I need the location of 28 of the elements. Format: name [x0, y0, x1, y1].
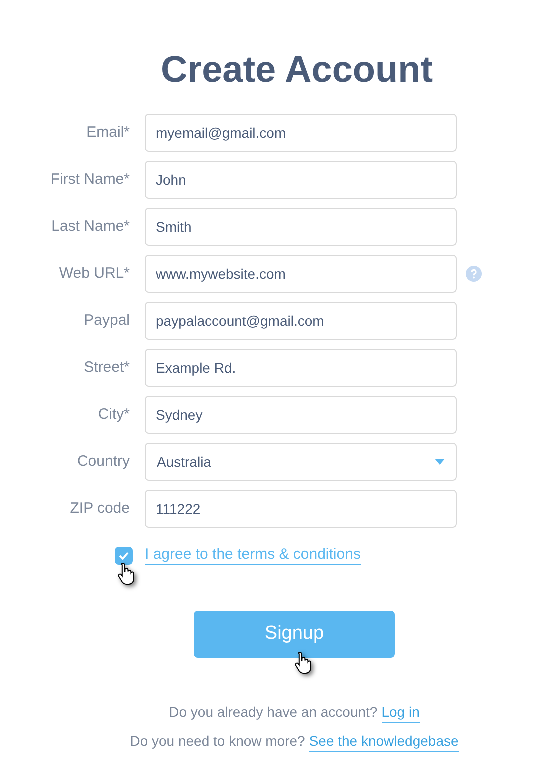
field-label: Web URL*: [58, 264, 130, 284]
field-label: Country: [76, 452, 130, 472]
terms-checkbox[interactable]: [115, 546, 133, 564]
page-title: Create Account: [160, 48, 434, 92]
footer-text: Do you already have an account?: [169, 703, 378, 722]
help-icon[interactable]: [466, 266, 482, 282]
field-label: ZIP code: [69, 498, 130, 519]
input-field[interactable]: 111222: [145, 490, 457, 528]
input-field[interactable]: Smith: [145, 208, 457, 246]
footer-text: Do you need to know more?: [130, 732, 306, 751]
field-label: Paypal: [83, 310, 130, 331]
input-field[interactable]: www.mywebsite.com: [145, 255, 457, 293]
input-field[interactable]: Sydney: [145, 396, 457, 434]
hand-cursor-icon: [117, 562, 137, 586]
field-label: Last Name*: [50, 216, 130, 237]
select-value: Australia: [157, 452, 212, 472]
input-field[interactable]: John: [145, 161, 457, 199]
dropdown-caret-icon: [435, 459, 445, 465]
checkmark-icon: [119, 552, 129, 560]
input-field[interactable]: myemail@gmail.com: [145, 114, 457, 152]
field-label: Street*: [83, 358, 130, 378]
field-label: Email*: [86, 122, 130, 143]
input-field[interactable]: Example Rd.: [145, 349, 457, 387]
country-select[interactable]: Australia: [145, 443, 457, 481]
field-label: City*: [97, 404, 130, 425]
field-label: First Name*: [50, 170, 130, 190]
input-field[interactable]: paypalaccount@gmail.com: [145, 302, 457, 340]
hand-cursor-icon: [294, 651, 314, 675]
